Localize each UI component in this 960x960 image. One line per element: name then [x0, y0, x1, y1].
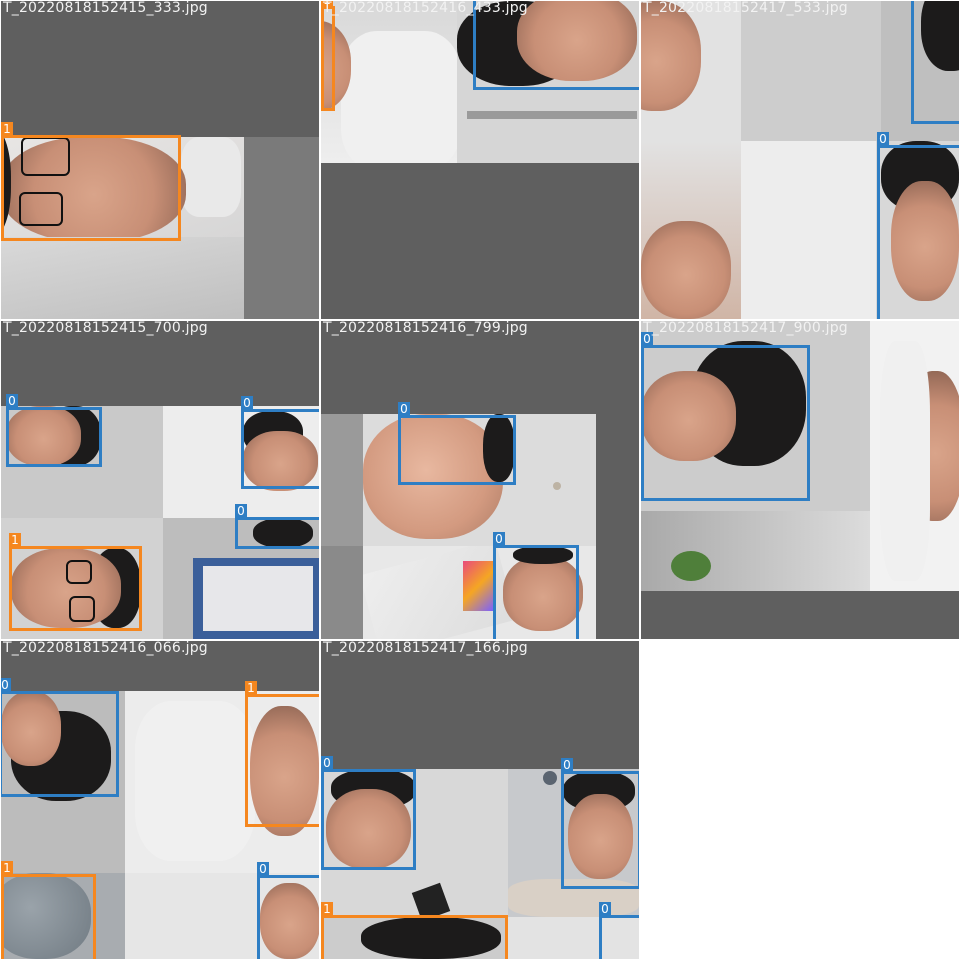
- bounding-box[interactable]: 0: [493, 532, 579, 639]
- class-label: 1: [1, 122, 13, 136]
- class-label: 1: [9, 533, 21, 547]
- mosaic-grid: T_20220818152415_333.jpg 1 T_20220818152…: [0, 0, 960, 960]
- image-tile[interactable]: T_20220818152417_900.jpg 0: [641, 321, 959, 639]
- image-tile[interactable]: T_20220818152416_433.jpg 1: [321, 1, 639, 319]
- class-label: 0: [398, 402, 410, 416]
- class-label: 0: [235, 504, 247, 518]
- photo: [741, 1, 881, 141]
- image-tile[interactable]: T_20220818152415_700.jpg 0 0 1 0: [1, 321, 319, 639]
- tile-filename: T_20220818152417_900.jpg: [643, 321, 848, 336]
- bounding-box[interactable]: 1: [9, 533, 142, 631]
- tile-filename: T_20220818152415_333.jpg: [3, 1, 208, 16]
- bounding-box[interactable]: 0: [877, 132, 959, 319]
- bounding-box[interactable]: 1: [321, 1, 335, 111]
- photo: [244, 137, 319, 319]
- photo: [741, 141, 876, 319]
- class-label: 1: [245, 681, 257, 695]
- bounding-box[interactable]: 0: [398, 402, 516, 485]
- tile-filename: T_20220818152416_799.jpg: [323, 321, 528, 336]
- class-label: 0: [877, 132, 889, 146]
- bounding-box[interactable]: 0: [641, 332, 810, 501]
- class-label: 0: [561, 758, 573, 772]
- class-label: 0: [241, 396, 253, 410]
- bounding-box[interactable]: 0: [561, 758, 639, 889]
- tile-filename: T_20220818152416_433.jpg: [323, 1, 528, 16]
- class-label: 0: [493, 532, 505, 546]
- image-tile[interactable]: T_20220818152415_333.jpg 1: [1, 1, 319, 319]
- photo: [641, 141, 741, 319]
- class-label: 1: [321, 902, 333, 916]
- class-label: 0: [599, 902, 611, 916]
- bounding-box[interactable]: 0: [235, 504, 319, 549]
- tile-filename: T_20220818152416_066.jpg: [3, 641, 208, 656]
- class-label: 0: [321, 756, 333, 770]
- bounding-box[interactable]: 1: [321, 902, 508, 959]
- image-tile[interactable]: T_20220818152417_166.jpg 0 0 1 0: [321, 641, 639, 959]
- tile-filename: T_20220818152415_700.jpg: [3, 321, 208, 336]
- class-label: 0: [6, 394, 18, 408]
- class-label: 0: [1, 678, 11, 692]
- bounding-box[interactable]: 0: [241, 396, 319, 489]
- image-tile[interactable]: T_20220818152417_533.jpg 0: [641, 1, 959, 319]
- bounding-box[interactable]: 1: [1, 122, 181, 241]
- photo: [321, 1, 457, 163]
- bounding-box[interactable]: 0: [321, 756, 416, 870]
- photo: [321, 546, 363, 639]
- photo: [641, 1, 741, 141]
- tile-filename: T_20220818152417_166.jpg: [323, 641, 528, 656]
- photo: [870, 321, 959, 591]
- photo: [321, 414, 363, 546]
- bounding-box[interactable]: 0: [599, 902, 639, 959]
- image-tile[interactable]: T_20220818152416_799.jpg 0 0: [321, 321, 639, 639]
- bounding-box[interactable]: 1: [1, 861, 96, 959]
- bounding-box[interactable]: 0: [1, 678, 119, 797]
- image-tile[interactable]: T_20220818152416_066.jpg 0 1 1 0: [1, 641, 319, 959]
- bounding-box[interactable]: 0: [257, 862, 319, 959]
- class-label: 0: [257, 862, 269, 876]
- bounding-box[interactable]: 1: [245, 681, 319, 827]
- class-label: 1: [1, 861, 13, 875]
- tile-filename: T_20220818152417_533.jpg: [643, 1, 848, 16]
- bounding-box[interactable]: [911, 1, 959, 124]
- bounding-box[interactable]: 0: [6, 394, 102, 467]
